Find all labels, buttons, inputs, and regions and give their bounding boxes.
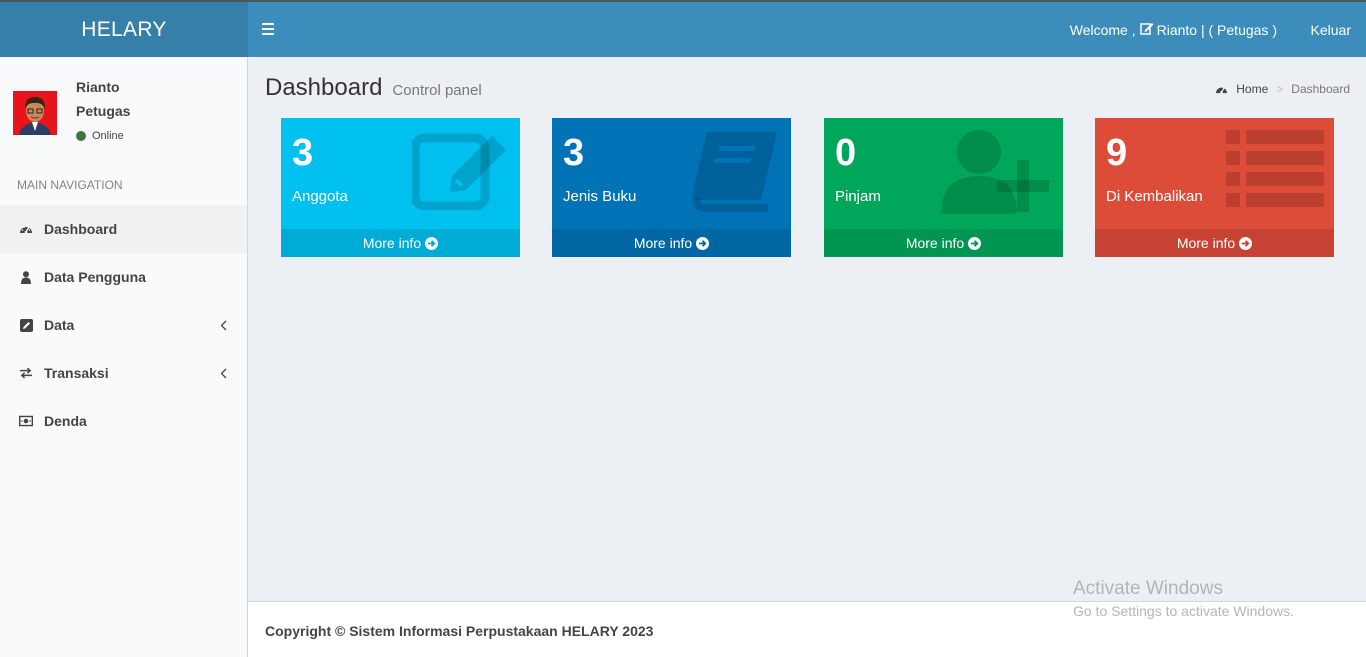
user-role: Petugas [76,103,131,119]
welcome-user[interactable]: Welcome , Rianto | ( Petugas ) [1070,2,1277,57]
top-navbar: HELARY Welcome , Rianto | ( Petugas ) Ke… [0,0,1366,57]
sidebar-item-denda[interactable]: Denda [0,397,247,445]
more-info-link[interactable]: More info [1095,229,1334,257]
breadcrumb-home[interactable]: Home [1236,82,1268,96]
sidebar-item-label: Dashboard [44,221,118,237]
exchange-icon [19,366,33,380]
chevron-left-icon [220,366,227,382]
sidebar-item-data[interactable]: Data [0,301,247,349]
user-icon [19,270,33,284]
money-icon [19,414,33,428]
user-status-label: Online [92,130,124,142]
sidebar-item-dashboard[interactable]: Dashboard [0,205,247,253]
user-name: Rianto [76,79,120,95]
arrow-circle-right-icon [696,236,710,250]
nav-header: MAIN NAVIGATION [17,178,123,192]
edit-icon [410,130,510,215]
user-status[interactable]: Online [76,130,124,142]
sidebar-item-data-pengguna[interactable]: Data Pengguna [0,253,247,301]
welcome-username: Rianto | ( Petugas ) [1156,21,1277,38]
page-subtitle: Control panel [392,82,482,99]
logout-button[interactable]: Keluar [1311,2,1351,57]
more-info-link[interactable]: More info [824,229,1063,257]
online-dot-icon [76,131,86,141]
stat-box-pinjam: 0 Pinjam More info [824,118,1063,257]
sidebar: Rianto Petugas Online MAIN NAVIGATION Da… [0,57,248,657]
chevron-left-icon [220,318,227,334]
dashboard-icon [19,222,33,236]
breadcrumb-current: Dashboard [1291,82,1350,96]
more-info-label: More info [905,235,965,251]
arrow-circle-right-icon [968,236,982,250]
welcome-prefix: Welcome , [1069,21,1136,38]
user-plus-icon [941,130,1053,221]
avatar [13,91,57,135]
more-info-link[interactable]: More info [281,229,520,257]
more-info-label: More info [633,235,693,251]
stat-box-di-kembalikan: 9 Di Kembalikan More info [1095,118,1334,257]
breadcrumb-separator: > [1276,82,1284,96]
stat-box-anggota: 3 Anggota More info [281,118,520,257]
stat-value: 3 [292,132,314,174]
page-title: Dashboard [265,74,383,101]
stat-label: Di Kembalikan [1106,188,1203,205]
dashboard-icon [1215,84,1228,95]
stat-value: 9 [1106,132,1128,174]
stat-value: 3 [563,132,585,174]
activate-windows-title: Activate Windows [1073,578,1223,599]
list-icon [1226,130,1324,213]
sidebar-item-label: Data [44,317,75,333]
sidebar-menu: Dashboard Data Pengguna Data Transaksi D… [0,205,247,445]
edit-icon [19,318,33,332]
arrow-circle-right-icon [425,236,439,250]
breadcrumb: Home > Dashboard [1215,82,1350,96]
stat-box-jenis-buku: 3 Jenis Buku More info [552,118,791,257]
sidebar-toggle-icon[interactable] [262,20,280,40]
more-info-label: More info [1176,235,1236,251]
arrow-circle-right-icon [1239,236,1253,250]
app-logo[interactable]: HELARY [0,2,248,57]
edit-icon [1139,22,1154,38]
sidebar-item-label: Transaksi [44,365,109,381]
stat-label: Pinjam [835,188,881,205]
stat-label: Jenis Buku [563,188,637,205]
book-icon [689,130,781,219]
more-info-label: More info [362,235,422,251]
activate-windows-subtitle: Go to Settings to activate Windows. [1073,603,1294,619]
copyright-text: Copyright © Sistem Informasi Perpustakaa… [265,623,654,639]
sidebar-item-transaksi[interactable]: Transaksi [0,349,247,397]
content-header: Dashboard Control panel [265,74,482,102]
more-info-link[interactable]: More info [552,229,791,257]
stat-label: Anggota [292,188,348,205]
stat-value: 0 [835,132,857,174]
sidebar-item-label: Data Pengguna [44,269,146,285]
sidebar-item-label: Denda [44,413,87,429]
